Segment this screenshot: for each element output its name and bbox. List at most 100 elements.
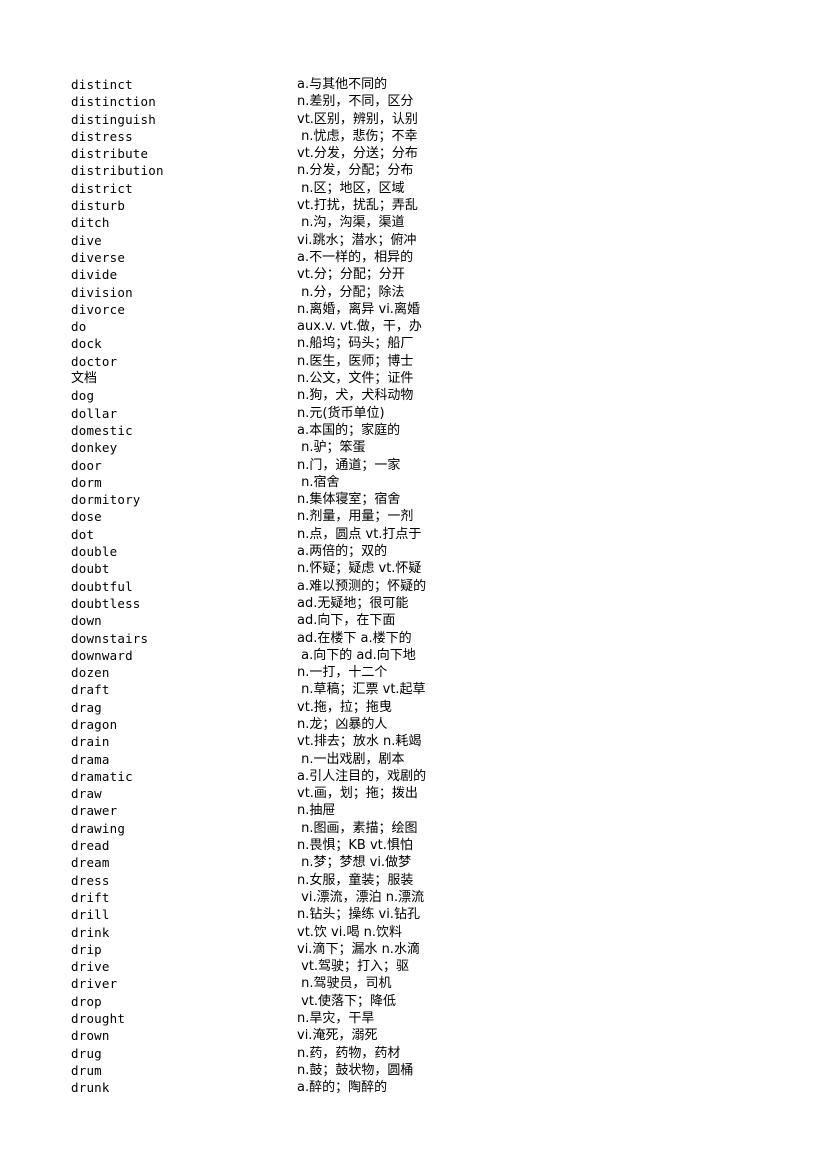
entry-definition: n.船坞；码头；船厂 <box>297 336 414 352</box>
entry-definition: n.区；地区，区域 <box>297 180 405 196</box>
entry-definition: a.引人注目的，戏剧的 <box>297 768 427 784</box>
entry-definition: vt.拖，拉；拖曳 <box>297 699 392 715</box>
entry-term: driver <box>71 976 118 992</box>
entry-definition: n.驴；笨蛋 <box>297 440 366 456</box>
vocabulary-entry: draw vt.画，划；拖；拨出 <box>71 785 761 802</box>
entry-term: down <box>71 613 102 629</box>
entry-definition: vt.使落下；降低 <box>297 993 397 1009</box>
entry-term: draw <box>71 786 102 802</box>
entry-term: drum <box>71 1062 102 1078</box>
entry-term: drain <box>71 734 110 750</box>
entry-term: diverse <box>71 249 126 265</box>
vocabulary-entry: drip vi.滴下；漏水 n.水滴 <box>71 941 761 958</box>
entry-definition: a.与其他不同的 <box>297 77 388 92</box>
entry-term: drill <box>71 907 110 923</box>
vocabulary-entry: divorce n.离婚，离异 vi.离婚 <box>71 301 761 318</box>
vocabulary-entry: draft n.草稿；汇票 vt.起草 <box>71 681 761 698</box>
vocabulary-entry: downstairs ad.在楼下 a.楼下的 <box>71 630 761 647</box>
entry-definition: a.不一样的，相异的 <box>297 249 414 265</box>
entry-definition: n.龙；凶暴的人 <box>297 716 388 732</box>
vocabulary-entry: drink vt.饮 vi.喝 n.饮料 <box>71 924 761 941</box>
vocabulary-entry: dive vi.跳水；潜水；俯冲 <box>71 232 761 249</box>
entry-definition: n.狗，犬，犬科动物 <box>297 388 414 404</box>
entry-definition: n.驾驶员，司机 <box>297 976 392 992</box>
entry-term: drawer <box>71 803 118 819</box>
entry-definition: ad.无疑地；很可能 <box>297 595 409 611</box>
entry-term: dream <box>71 855 110 871</box>
entry-term: dot <box>71 526 95 542</box>
vocabulary-entry-list: distinct a.与其他不同的 distinction n.差别，不同，区分 dis… <box>71 76 761 1097</box>
entry-definition: vt.画，划；拖；拨出 <box>297 786 418 802</box>
vocabulary-entry: dorm n.宿舍 <box>71 474 761 491</box>
vocabulary-entry: double a.两倍的；双的 <box>71 543 761 560</box>
entry-term: drunk <box>71 1080 110 1096</box>
entry-term: domestic <box>71 422 133 438</box>
entry-definition: n.草稿；汇票 vt.起草 <box>297 682 426 698</box>
vocabulary-entry: divide vt.分；分配；分开 <box>71 266 761 283</box>
entry-definition: vt.区别，辨别，认别 <box>297 111 418 127</box>
entry-definition: n.图画，素描；绘图 <box>297 820 418 836</box>
vocabulary-entry: distribution n.分发，分配；分布 <box>71 162 761 179</box>
entry-term: draft <box>71 682 110 698</box>
entry-term: dose <box>71 509 102 525</box>
vocabulary-entry: down ad.向下，在下面 <box>71 612 761 629</box>
entry-term: drop <box>71 993 102 1009</box>
entry-definition: ad.在楼下 a.楼下的 <box>297 630 412 646</box>
entry-term: distribution <box>71 163 164 179</box>
entry-definition: vi.跳水；潜水；俯冲 <box>297 232 417 248</box>
entry-term: divorce <box>71 301 126 317</box>
entry-definition: n.抽屉 <box>297 803 336 819</box>
entry-definition: n.点，圆点 vt.打点于 <box>297 526 422 542</box>
vocabulary-entry: doctor n.医生，医师；博士 <box>71 353 761 370</box>
entry-term: distribute <box>71 146 149 162</box>
vocabulary-entry: drive vt.驾驶；打入；驱 <box>71 958 761 975</box>
entry-definition: vt.打扰，扰乱；弄乱 <box>297 198 418 214</box>
entry-term: distinguish <box>71 111 156 127</box>
vocabulary-entry: dormitory n.集体寝室；宿舍 <box>71 491 761 508</box>
entry-definition: n.集体寝室；宿舍 <box>297 492 401 508</box>
entry-term: donkey <box>71 440 118 456</box>
vocabulary-entry: domestic a.本国的；家庭的 <box>71 422 761 439</box>
entry-term: distinct <box>71 77 133 92</box>
entry-definition: a.向下的 ad.向下地 <box>297 647 416 663</box>
entry-term: downward <box>71 647 133 663</box>
entry-term: dorm <box>71 474 102 490</box>
entry-term: dramatic <box>71 768 133 784</box>
entry-term: disturb <box>71 198 126 214</box>
entry-term: drown <box>71 1028 110 1044</box>
entry-term: dread <box>71 838 110 854</box>
entry-term: downstairs <box>71 630 149 646</box>
entry-term: doubt <box>71 561 110 577</box>
entry-definition: n.宿舍 <box>297 474 340 490</box>
entry-term: division <box>71 284 133 300</box>
entry-definition: n.离婚，离异 vi.离婚 <box>297 301 420 317</box>
vocabulary-entry: doubt n.怀疑；疑虑 vt.怀疑 <box>71 560 761 577</box>
entry-definition: a.本国的；家庭的 <box>297 422 401 438</box>
vocabulary-entry: door n.门，通道；一家 <box>71 457 761 474</box>
entry-definition: vi.漂流，漂泊 n.漂流 <box>297 889 425 905</box>
entry-definition: n.忧虑，悲伤；不幸 <box>297 128 418 144</box>
entry-definition: n.沟，沟渠，渠道 <box>297 215 405 231</box>
vocabulary-entry: drama n.一出戏剧，剧本 <box>71 751 761 768</box>
entry-definition: n.怀疑；疑虑 vt.怀疑 <box>297 561 422 577</box>
vocabulary-entry: distribute vt.分发，分送；分布 <box>71 145 761 162</box>
vocabulary-entry: distinction n.差别，不同，区分 <box>71 93 761 110</box>
entry-definition: a.两倍的；双的 <box>297 544 388 560</box>
entry-term: dive <box>71 232 102 248</box>
vocabulary-entry: distress n.忧虑，悲伤；不幸 <box>71 128 761 145</box>
entry-term: doubtless <box>71 595 141 611</box>
entry-definition: n.药，药物，药材 <box>297 1045 401 1061</box>
entry-term: 文档 <box>71 371 98 387</box>
vocabulary-page: distinct a.与其他不同的 distinction n.差别，不同，区分 dis… <box>0 0 827 1170</box>
vocabulary-entry: district n.区；地区，区域 <box>71 180 761 197</box>
vocabulary-entry: ditch n.沟，沟渠，渠道 <box>71 214 761 231</box>
entry-term: doubtful <box>71 578 133 594</box>
vocabulary-entry: dread n.畏惧；KB vt.惧怕 <box>71 837 761 854</box>
vocabulary-entry: distinct a.与其他不同的 <box>71 76 761 93</box>
entry-definition: n.鼓；鼓状物，圆桶 <box>297 1062 414 1078</box>
entry-definition: ad.向下，在下面 <box>297 613 396 629</box>
entry-definition: vi.滴下；漏水 n.水滴 <box>297 941 420 957</box>
entry-term: dormitory <box>71 492 141 508</box>
entry-term: doctor <box>71 353 118 369</box>
vocabulary-entry: drown vi.淹死，溺死 <box>71 1027 761 1044</box>
